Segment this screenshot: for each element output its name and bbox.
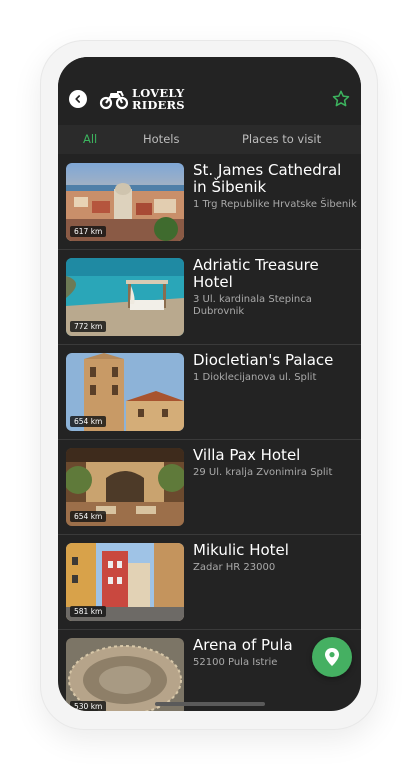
- filter-tabs: All Hotels Places to visit: [58, 125, 361, 154]
- home-indicator: [155, 702, 265, 706]
- distance-badge: 654 km: [70, 511, 107, 522]
- place-address: 1 Trg Republike Hrvatske Šibenik: [193, 199, 357, 210]
- back-button[interactable]: [69, 90, 87, 108]
- place-title: St. James Cathedral in Šibenik: [193, 161, 342, 196]
- distance-badge: 654 km: [70, 416, 107, 427]
- place-photo: 617 km: [66, 163, 184, 241]
- place-photo: 530 km: [66, 638, 184, 711]
- place-address: Zadar HR 23000: [193, 562, 276, 573]
- list-item[interactable]: 581 km Mikulic Hotel Zadar HR 23000: [58, 535, 361, 630]
- tab-places-to-visit[interactable]: Places to visit: [242, 125, 321, 154]
- place-title: Diocletian's Palace: [193, 351, 334, 369]
- place-photo: 581 km: [66, 543, 184, 621]
- list-item[interactable]: 530 km Arena of Pula 52100 Pula Istrie: [58, 630, 361, 711]
- star-icon: [332, 90, 350, 107]
- motorcycle-icon: [99, 91, 129, 110]
- distance-badge: 530 km: [70, 701, 107, 711]
- distance-badge: 617 km: [70, 226, 107, 237]
- place-photo: 772 km: [66, 258, 184, 336]
- place-photo: 654 km: [66, 448, 184, 526]
- list-item[interactable]: 772 km Adriatic Treasure Hotel 3 Ul. kar…: [58, 250, 361, 345]
- list-item[interactable]: 654 km Diocletian's Palace 1 Dioklecijan…: [58, 345, 361, 440]
- chevron-left-icon: [75, 95, 80, 103]
- favorite-button[interactable]: [331, 89, 351, 109]
- app-screen: LOVELY RIDERS All Hotels Places to visit: [58, 57, 361, 711]
- place-address: 3 Ul. kardinala Stepinca Dubrovnik: [193, 294, 312, 317]
- tab-hotels[interactable]: Hotels: [143, 125, 179, 154]
- place-title: Mikulic Hotel: [193, 541, 289, 559]
- logo-line-2: RIDERS: [132, 98, 185, 112]
- place-title: Adriatic Treasure Hotel: [193, 256, 319, 291]
- place-photo: 654 km: [66, 353, 184, 431]
- distance-badge: 581 km: [70, 606, 107, 617]
- tab-all[interactable]: All: [83, 125, 97, 154]
- place-title: Villa Pax Hotel: [193, 446, 301, 464]
- list-item[interactable]: 617 km St. James Cathedral in Šibenik 1 …: [58, 155, 361, 250]
- header: LOVELY RIDERS: [58, 57, 361, 125]
- location-pin-icon: [325, 648, 339, 666]
- map-view-button[interactable]: [312, 637, 352, 677]
- list-item[interactable]: 654 km Villa Pax Hotel 29 Ul. kralja Zvo…: [58, 440, 361, 535]
- place-address: 29 Ul. kralja Zvonimira Split: [193, 467, 333, 478]
- distance-badge: 772 km: [70, 321, 107, 332]
- place-address: 1 Dioklecijanova ul. Split: [193, 372, 317, 383]
- app-logo: LOVELY RIDERS: [99, 84, 185, 114]
